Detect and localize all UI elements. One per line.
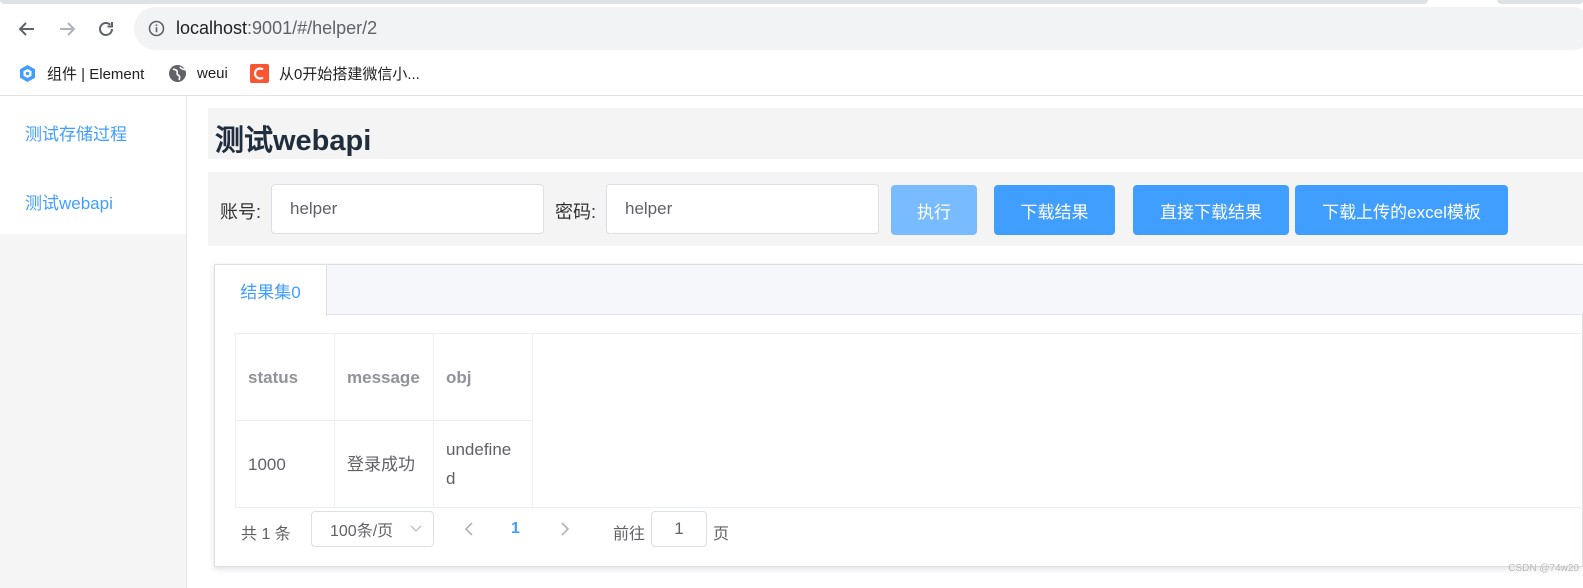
goto-suffix: 页: [713, 526, 730, 543]
bookmark-weui[interactable]: weui: [168, 60, 228, 86]
prev-page-button[interactable]: [461, 520, 477, 538]
sidebar-menu: 测试存储过程 测试webapi: [0, 96, 186, 234]
arrow-left-icon: [18, 22, 34, 36]
pagination-total: 共 1 条: [241, 526, 291, 543]
column-header-status[interactable]: status: [236, 334, 335, 421]
chevron-down-icon: [410, 525, 422, 533]
inactive-tab-edge[interactable]: [1497, 0, 1583, 4]
result-table: status message obj 1000 登录成功 undefined: [235, 333, 1583, 508]
result-tabs: 结果集0: [215, 265, 1583, 316]
chevron-right-icon: [561, 522, 570, 536]
page-size-select[interactable]: 100条/页: [311, 511, 434, 547]
table-cell-status: 1000: [236, 421, 335, 508]
goto-label: 前往: [613, 526, 646, 543]
browser-chrome: localhost:9001/#/helper/2 组件 | Element w…: [0, 0, 1583, 96]
url-host: localhost: [176, 18, 248, 38]
download-result-button[interactable]: 下载结果: [994, 185, 1115, 235]
login-form: 账号: 密码: 执行 下载结果 直接下载结果 下载上传的excel模板: [208, 172, 1583, 246]
reload-icon: [99, 22, 113, 36]
globe-icon: [168, 64, 187, 83]
direct-download-button[interactable]: 直接下载结果: [1133, 185, 1289, 235]
address-bar[interactable]: localhost:9001/#/helper/2: [134, 7, 1583, 50]
sidebar-item-webapi[interactable]: 测试webapi: [25, 189, 113, 214]
download-template-button[interactable]: 下载上传的excel模板: [1295, 185, 1508, 235]
page-title: 测试webapi: [215, 125, 372, 157]
page-number-1[interactable]: 1: [511, 520, 520, 538]
csdn-logo-icon: [250, 63, 269, 83]
tab-strip: [0, 0, 1583, 4]
reload-button[interactable]: [90, 13, 122, 45]
back-button[interactable]: [11, 13, 43, 45]
table-divider: [235, 507, 1583, 508]
active-tab-edge[interactable]: [0, 0, 1428, 4]
result-card: 结果集0 status message obj 1000 登录成功 undefi…: [214, 264, 1583, 567]
bookmark-element[interactable]: 组件 | Element: [18, 60, 144, 86]
table-cell-message: 登录成功: [335, 421, 434, 508]
tab-result-set-0[interactable]: 结果集0: [215, 265, 327, 316]
column-header-obj[interactable]: obj: [434, 334, 533, 421]
goto-page-input[interactable]: [651, 511, 707, 547]
bookmark-label: 组件 | Element: [47, 65, 145, 83]
column-header-message[interactable]: message: [335, 334, 434, 421]
page-size-value: 100条/页: [330, 523, 394, 540]
sidebar-item-stored-procedure[interactable]: 测试存储过程: [25, 120, 127, 145]
url-path: :9001/#/helper/2: [247, 18, 378, 38]
sidebar: 测试存储过程 测试webapi: [0, 96, 187, 588]
execute-button[interactable]: 执行: [891, 185, 977, 235]
password-input[interactable]: [606, 184, 879, 234]
element-logo-icon: [18, 64, 37, 83]
bookmarks-bar: 组件 | Element weui 从0开始搭建微信小...: [0, 58, 1583, 88]
account-input[interactable]: [271, 184, 544, 234]
forward-button[interactable]: [51, 13, 83, 45]
bookmark-label: weui: [197, 64, 228, 82]
arrow-right-icon: [60, 22, 76, 36]
bookmark-label: 从0开始搭建微信小...: [279, 65, 420, 83]
watermark: CSDN @74w20: [1508, 563, 1579, 574]
password-label: 密码:: [555, 202, 597, 222]
chevron-left-icon: [464, 522, 473, 536]
page-title-bar: 测试webapi: [208, 108, 1583, 159]
bookmark-csdn[interactable]: 从0开始搭建微信小...: [250, 60, 420, 86]
next-page-button[interactable]: [557, 520, 573, 538]
info-icon[interactable]: [148, 20, 165, 37]
table-cell-obj: undefined: [434, 421, 533, 508]
account-label: 账号:: [220, 202, 262, 222]
url-text[interactable]: localhost:9001/#/helper/2: [176, 18, 377, 39]
